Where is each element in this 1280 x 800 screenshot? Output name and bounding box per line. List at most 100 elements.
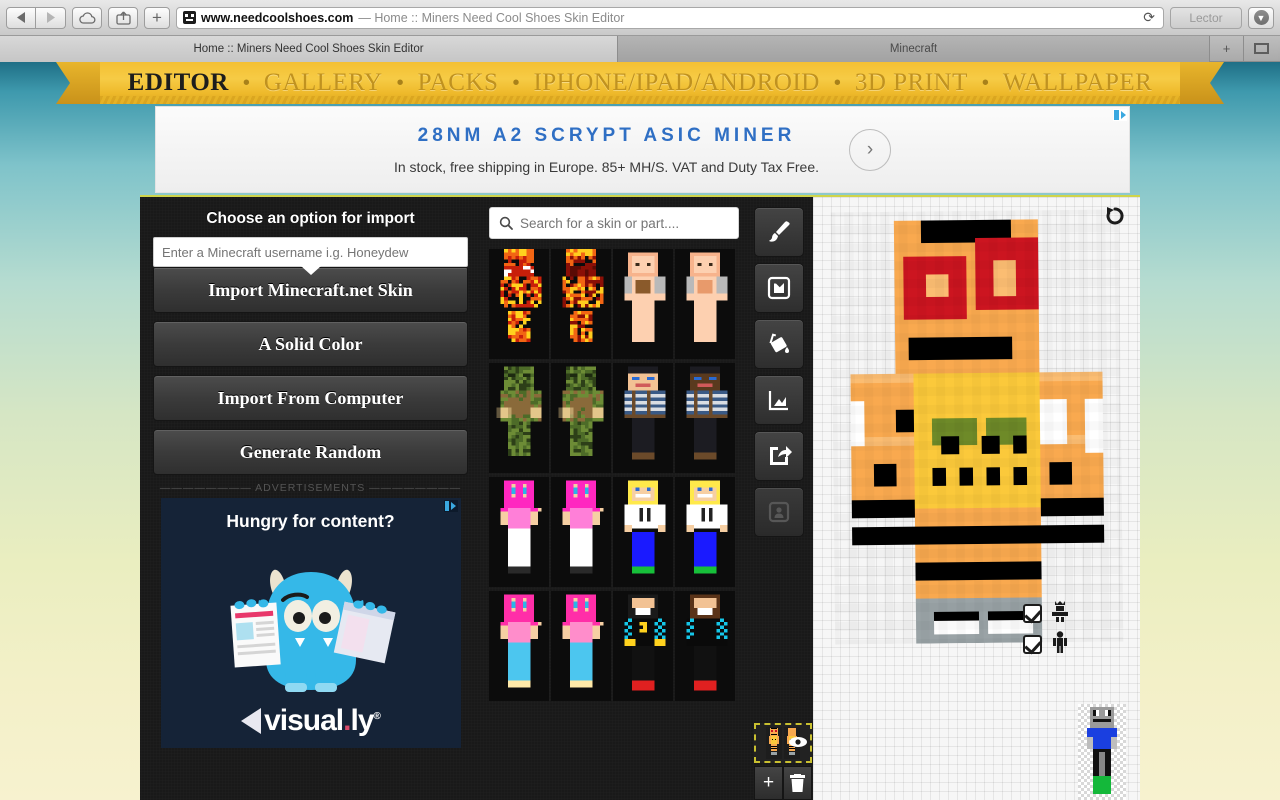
skin-thumbnail[interactable]: [551, 249, 611, 359]
adchoices-icon[interactable]: [444, 500, 459, 512]
address-bar[interactable]: www.needcoolshoes.com — Home :: Miners N…: [176, 6, 1164, 29]
import-from-computer-button[interactable]: Import From Computer: [153, 375, 468, 421]
share-icon[interactable]: [108, 6, 138, 29]
nav-item-packs[interactable]: PACKS: [406, 69, 511, 97]
web-page: EDITOR • GALLERY • PACKS • IPHONE/IPAD/A…: [0, 62, 1280, 800]
downloads-icon[interactable]: ▼: [1248, 6, 1274, 29]
fire-skin-front[interactable]: [489, 249, 549, 359]
nav-item-gallery[interactable]: GALLERY: [252, 69, 395, 97]
browser-toolbar: + www.needcoolshoes.com — Home :: Miners…: [0, 0, 1280, 36]
skin-thumbnail[interactable]: [675, 477, 735, 587]
add-layer-button[interactable]: +: [754, 766, 783, 800]
paintbrush-icon[interactable]: [754, 207, 804, 257]
skin-thumbnail[interactable]: [675, 591, 735, 701]
peach-girl-back[interactable]: [675, 249, 735, 359]
nav-separator: •: [512, 71, 520, 94]
forward-arrow-icon[interactable]: [36, 6, 66, 29]
skin-thumbnail[interactable]: [489, 363, 549, 473]
trash-icon[interactable]: [783, 766, 812, 800]
checker-rapper-back[interactable]: [675, 591, 735, 701]
tab-skin-editor[interactable]: Home :: Miners Need Cool Shoes Skin Edit…: [0, 36, 618, 62]
peach-girl-front[interactable]: [613, 249, 673, 359]
pink-girl-a-front[interactable]: [489, 477, 549, 587]
skin-thumbnail[interactable]: [613, 249, 673, 359]
minecraft-username-input[interactable]: [153, 237, 468, 267]
adchoices-icon[interactable]: [1112, 109, 1127, 121]
nav-item-editor[interactable]: EDITOR: [116, 69, 241, 97]
pink-girl-a-back[interactable]: [551, 477, 611, 587]
skin-thumbnail[interactable]: [613, 363, 673, 473]
sailor-back[interactable]: [675, 363, 735, 473]
nav-separator: •: [242, 71, 250, 94]
sidebar-advertisement[interactable]: Hungry for content? visual.ly®: [160, 498, 461, 748]
orange-tiger-skin[interactable]: [830, 209, 1123, 645]
top-advertisement[interactable]: 28NM A2 SCRYPT ASIC MINER In stock, free…: [155, 106, 1130, 193]
layer-actions: +: [754, 766, 812, 800]
pink-girl-b-front[interactable]: [489, 591, 549, 701]
hoodie-boy-back[interactable]: [675, 477, 735, 587]
toggle-overlay-layer[interactable]: [1023, 600, 1070, 627]
share-export-icon[interactable]: [754, 431, 804, 481]
search-input[interactable]: [520, 215, 729, 231]
current-skin-thumbnail[interactable]: [754, 723, 812, 763]
overlay-checkbox[interactable]: [1023, 604, 1042, 623]
ad-copy: 28NM A2 SCRYPT ASIC MINER In stock, free…: [394, 125, 819, 175]
nav-item-3d-print[interactable]: 3D PRINT: [843, 69, 980, 97]
username-input-wrapper: [153, 237, 468, 267]
gradient-chart-icon[interactable]: [754, 375, 804, 425]
pink-girl-b-back[interactable]: [551, 591, 611, 701]
search-row: [489, 207, 745, 239]
browser-window: + www.needcoolshoes.com — Home :: Miners…: [0, 0, 1280, 800]
skin-thumbnail[interactable]: [489, 591, 549, 701]
skin-thumbnail[interactable]: [613, 477, 673, 587]
nav-item-mobile[interactable]: IPHONE/IPAD/ANDROID: [521, 69, 831, 97]
ribbon-left-tail: [56, 62, 100, 104]
toggle-base-layer[interactable]: [1023, 631, 1070, 658]
skin-thumbnail[interactable]: [551, 591, 611, 701]
skin-thumbnail[interactable]: [675, 249, 735, 359]
reader-button[interactable]: Lector: [1170, 6, 1242, 29]
skin-canvas[interactable]: [813, 197, 1140, 800]
skin-thumbnail-grid: [489, 249, 745, 701]
moss-golem-front[interactable]: [489, 363, 549, 473]
import-panel-title: Choose an option for import: [206, 210, 415, 227]
tab-overview-icon[interactable]: [1244, 36, 1278, 61]
search-box[interactable]: [489, 207, 739, 239]
hoodie-boy-front[interactable]: [613, 477, 673, 587]
tab-new-button[interactable]: +: [1210, 36, 1244, 61]
skin-thumbnail[interactable]: [675, 363, 735, 473]
eye-visible-icon[interactable]: [788, 735, 808, 753]
tool-palette: +: [745, 197, 813, 800]
steve-preview[interactable]: [1078, 704, 1126, 800]
fire-skin-back[interactable]: [551, 249, 611, 359]
back-arrow-icon[interactable]: [6, 6, 36, 29]
advertisements-label: ———————— ADVERTISEMENTS ————————: [159, 482, 462, 494]
view-toggles: [1023, 600, 1070, 662]
solid-color-button[interactable]: A Solid Color: [153, 321, 468, 367]
base-layer-checkbox[interactable]: [1023, 635, 1042, 654]
skin-thumbnail[interactable]: [489, 477, 549, 587]
import-image-icon[interactable]: [754, 263, 804, 313]
layer-bar: +: [754, 723, 812, 800]
generate-random-button[interactable]: Generate Random: [153, 429, 468, 475]
checker-rapper-front[interactable]: [613, 591, 673, 701]
skin-thumbnail[interactable]: [489, 249, 549, 359]
paint-bucket-icon[interactable]: [754, 319, 804, 369]
chevron-right-icon[interactable]: ›: [849, 128, 891, 171]
icloud-icon[interactable]: [72, 6, 102, 29]
tab-minecraft[interactable]: Minecraft: [618, 36, 1210, 62]
reload-icon[interactable]: ⟳: [1143, 9, 1157, 26]
skin-thumbnail[interactable]: [613, 591, 673, 701]
ad-headline: 28NM A2 SCRYPT ASIC MINER: [417, 124, 796, 146]
moss-golem-back[interactable]: [551, 363, 611, 473]
tab-bar: Home :: Miners Need Cool Shoes Skin Edit…: [0, 36, 1280, 62]
site-favicon: [183, 11, 196, 24]
new-tab-button[interactable]: +: [144, 6, 170, 29]
nav-item-wallpaper[interactable]: WALLPAPER: [991, 69, 1164, 97]
skin-thumbnail[interactable]: [551, 477, 611, 587]
sailor-front[interactable]: [613, 363, 673, 473]
ribbon-right-tail: [1180, 62, 1224, 104]
skin-thumbnail[interactable]: [551, 363, 611, 473]
visually-logo: visual.ly®: [161, 704, 461, 738]
skin-editor-app: Choose an option for import Import Minec…: [140, 195, 1140, 800]
